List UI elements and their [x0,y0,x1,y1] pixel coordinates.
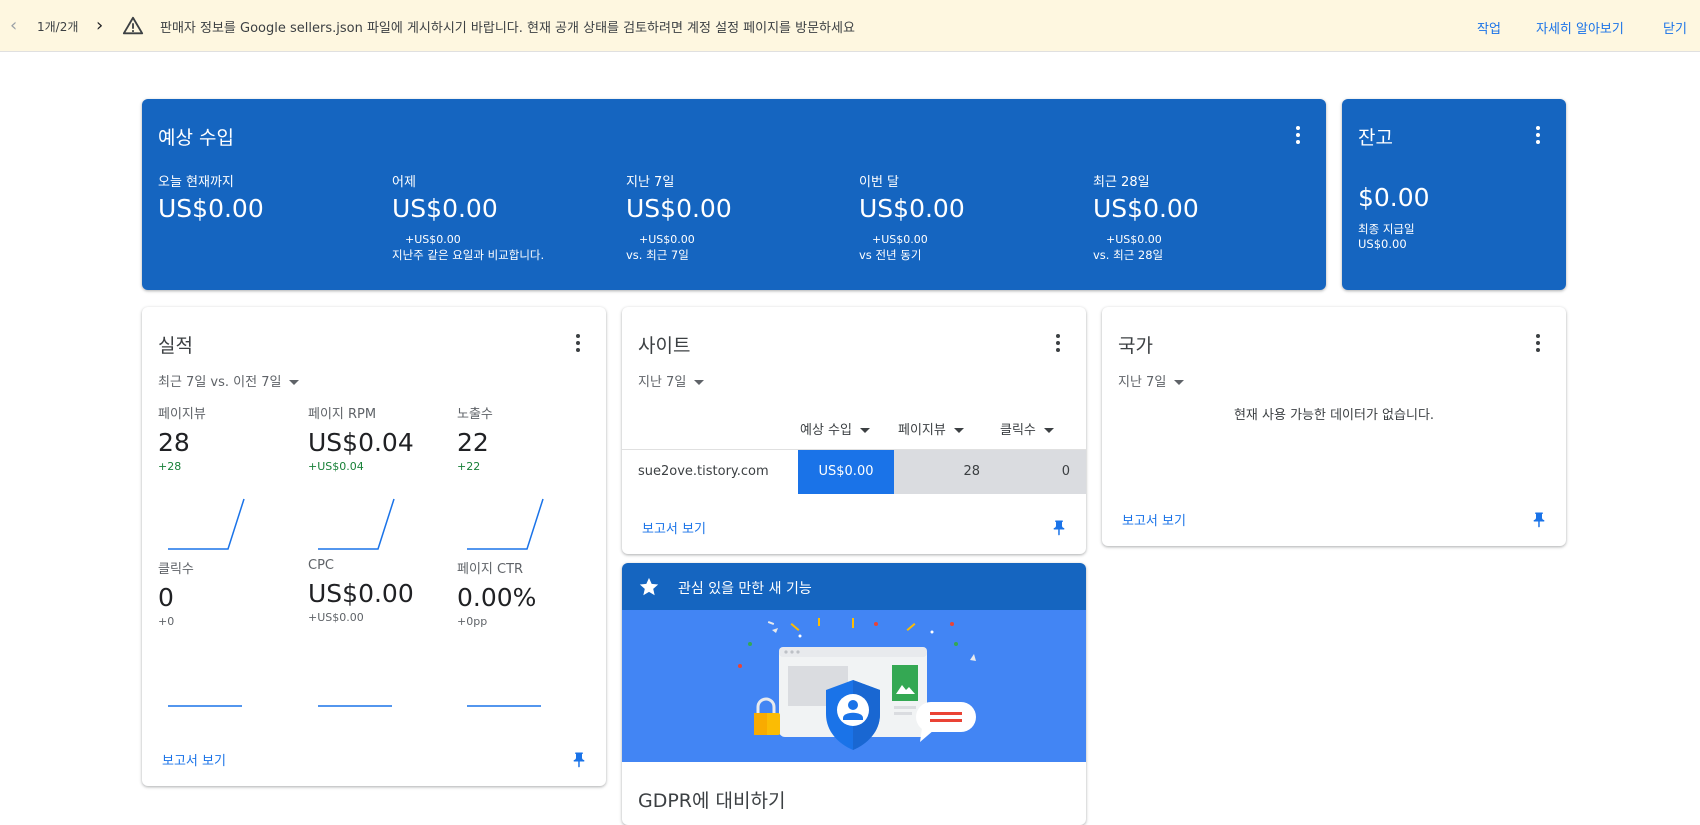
metric-page-rpm[interactable]: 페이지 RPM US$0.04 +US$0.04 [308,403,448,473]
pin-icon[interactable] [1050,517,1068,539]
more-vert-icon[interactable] [568,331,588,355]
star-icon [639,577,659,596]
feature-title: GDPR에 대비하기 [638,790,786,812]
sites-card: 사이트 지난 7일 예상 수입 페이지뷰 클릭수 sue2ove.tistory… [622,307,1086,554]
performance-title: 실적 [158,335,193,357]
more-vert-icon[interactable] [1528,331,1548,355]
column-header-clicks[interactable]: 클릭수 [1000,419,1054,438]
pin-icon[interactable] [1530,509,1548,531]
last-payment-label: 최종 지급일 [1358,222,1415,236]
earnings-last-28-days: 최근 28일 US$0.00 +US$0.00 vs. 최근 28일 [1093,175,1199,262]
site-pageviews-cell: 28 [894,450,990,494]
countries-title: 국가 [1118,335,1153,357]
site-clicks-cell: 0 [990,450,1086,494]
feature-header: 관심 있을 만한 새 기능 [622,563,1086,610]
sites-report-link[interactable]: 보고서 보기 [642,518,706,537]
gdpr-illustration [622,610,1086,762]
chevron-right-icon[interactable]: › [96,16,114,36]
metric-pageviews[interactable]: 페이지뷰 28 +28 [158,403,298,473]
more-vert-icon[interactable] [1048,331,1068,355]
caret-down-icon [694,380,705,385]
site-earnings-cell: US$0.00 [798,450,894,494]
last-payment-amount: US$0.00 [1358,237,1407,251]
metric-impressions[interactable]: 노출수 22 +22 [457,403,597,473]
gdpr-illustration-graphic [738,618,976,750]
earnings-this-month: 이번 달 US$0.00 +US$0.00 vs 전년 동기 [859,175,965,262]
new-feature-card[interactable]: 관심 있을 만한 새 기능 GDPR에 대비하기 [622,563,1086,825]
sparkline-page-rpm [318,498,395,550]
chevron-left-icon[interactable]: ‹ [10,16,28,36]
date-range-dropdown[interactable]: 최근 7일 vs. 이전 7일 [158,371,300,390]
warning-icon [122,16,144,35]
sparkline-pageviews [168,498,245,550]
sites-title: 사이트 [638,335,691,357]
caret-down-icon [1174,380,1185,385]
earnings-today: 오늘 현재까지 US$0.00 [158,175,264,223]
sparkline-page-ctr [467,705,541,707]
pin-icon[interactable] [570,749,588,771]
metric-clicks[interactable]: 클릭수 0 +0 [158,558,298,628]
banner-learn-more-link[interactable]: 자세히 알아보기 [1536,18,1624,37]
sites-date-range-dropdown[interactable]: 지난 7일 [638,371,705,390]
performance-card: 실적 최근 7일 vs. 이전 7일 페이지뷰 28 +28 페이지 RPM U… [142,307,606,786]
feature-header-text: 관심 있을 만한 새 기능 [678,581,812,597]
column-header-earnings[interactable]: 예상 수입 [800,419,870,438]
banner-action-link[interactable]: 작업 [1477,18,1501,37]
performance-report-link[interactable]: 보고서 보기 [162,750,226,769]
banner-close-link[interactable]: 닫기 [1663,18,1687,37]
caret-down-icon [859,428,870,433]
balance-value: $0.00 [1358,183,1430,212]
no-data-message: 현재 사용 가능한 데이터가 없습니다. [1233,408,1435,423]
sparkline-clicks [168,705,242,707]
more-vert-icon[interactable] [1288,123,1308,147]
column-header-pageviews[interactable]: 페이지뷰 [898,419,964,438]
caret-down-icon [289,380,300,385]
more-vert-icon[interactable] [1528,123,1548,147]
metric-cpc[interactable]: CPC US$0.00 +US$0.00 [308,558,448,624]
banner-counter: 1개/2개 [37,20,79,34]
caret-down-icon [953,428,964,433]
countries-date-range-dropdown[interactable]: 지난 7일 [1118,371,1185,390]
sparkline-cpc [318,705,392,707]
countries-card: 국가 지난 7일 현재 사용 가능한 데이터가 없습니다. 보고서 보기 [1102,307,1566,546]
notification-banner: ‹ 1개/2개 › 판매자 정보를 Google sellers.json 파일… [0,0,1700,52]
sparkline-impressions [467,498,544,550]
caret-down-icon [1043,428,1054,433]
estimated-earnings-card: 예상 수입 오늘 현재까지 US$0.00 어제 US$0.00 +US$0.0… [142,99,1326,290]
balance-title: 잔고 [1358,127,1393,149]
countries-report-link[interactable]: 보고서 보기 [1122,510,1186,529]
earnings-last-7-days: 지난 7일 US$0.00 +US$0.00 vs. 최근 7일 [626,175,732,262]
site-name-cell[interactable]: sue2ove.tistory.com [638,450,769,494]
balance-card: 잔고 $0.00 최종 지급일 US$0.00 [1342,99,1566,290]
estimated-earnings-title: 예상 수입 [158,127,234,149]
banner-message: 판매자 정보를 Google sellers.json 파일에 게시하시기 바랍… [160,21,855,36]
metric-page-ctr[interactable]: 페이지 CTR 0.00% +0pp [457,558,597,628]
earnings-yesterday: 어제 US$0.00 +US$0.00 지난주 같은 요일과 비교합니다. [392,175,545,262]
